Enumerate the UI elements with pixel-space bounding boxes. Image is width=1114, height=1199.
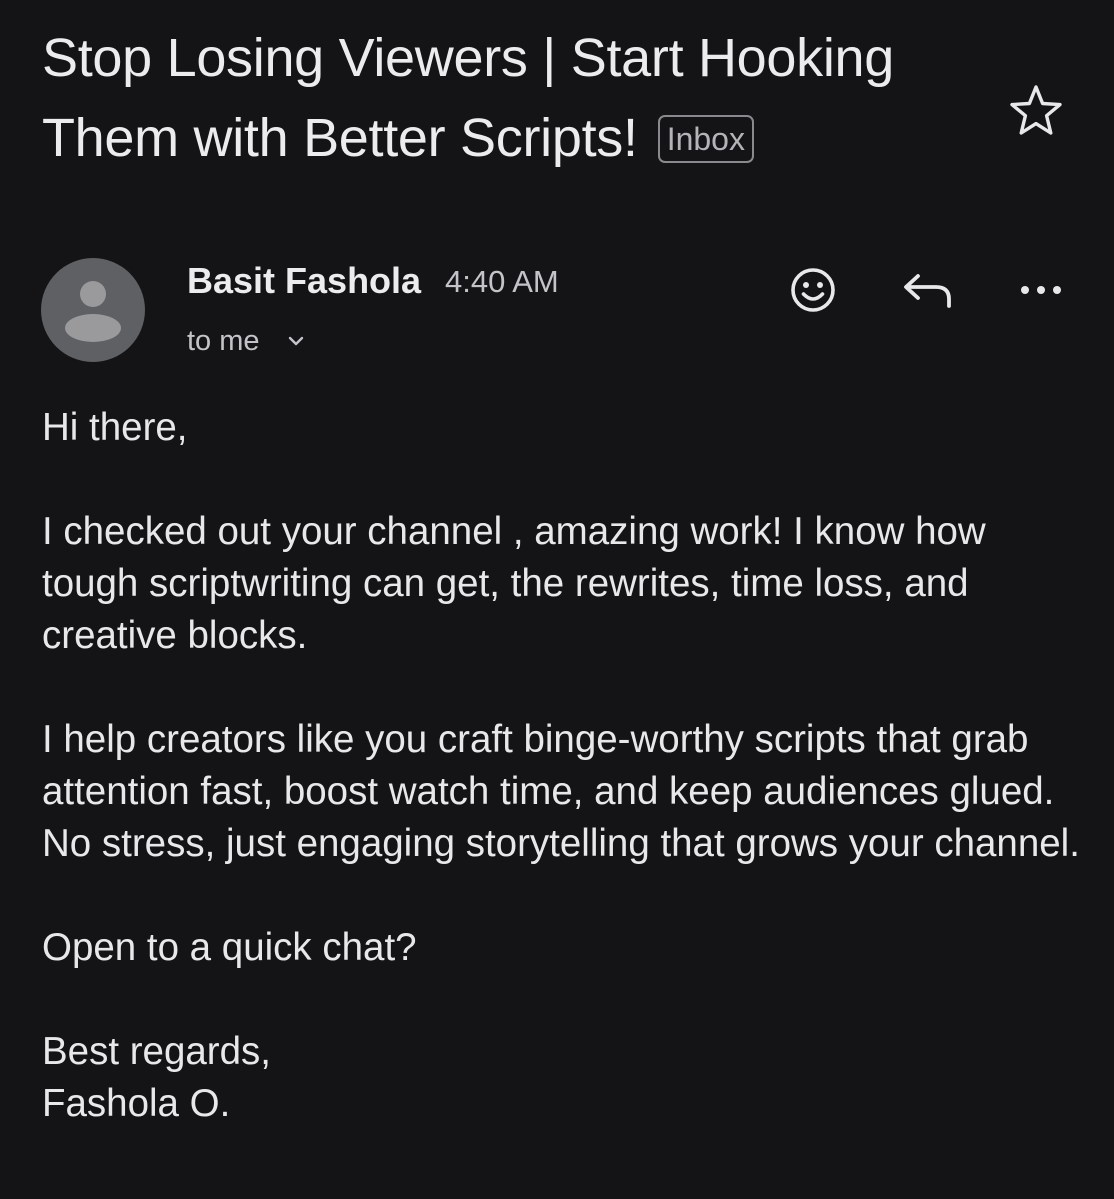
signature: Fashola O. [42,1082,231,1125]
sender-name[interactable]: Basit Fashola [187,258,421,304]
body-paragraph-1: I checked out your channel , amazing wor… [42,510,986,657]
reply-button[interactable] [900,268,956,312]
sender-avatar[interactable] [41,258,145,362]
body-paragraph-2: I help creators like you craft binge-wor… [42,718,1080,865]
reply-icon [904,274,951,308]
person-avatar-icon [65,281,121,342]
email-subject-header: Stop Losing Viewers | Start Hooking Them… [42,18,972,178]
chevron-down-icon [288,336,303,346]
closing: Best regards, [42,1030,271,1073]
smiley-icon [791,268,835,312]
greeting: Hi there, [42,406,188,449]
recipients-label: to me [187,325,260,357]
recipients-toggle[interactable]: to me [187,322,306,360]
star-icon[interactable] [1006,84,1066,138]
more-horizontal-icon [1021,286,1061,294]
inbox-label-badge[interactable]: Inbox [657,115,754,163]
email-time: 4:40 AM [445,264,559,299]
email-subject: Stop Losing Viewers | Start Hooking Them… [42,28,894,168]
add-reaction-button[interactable] [787,264,839,316]
email-body: Hi there, I checked out your channel , a… [42,402,1082,1130]
more-options-button[interactable] [1016,276,1066,304]
body-paragraph-3: Open to a quick chat? [42,926,417,969]
